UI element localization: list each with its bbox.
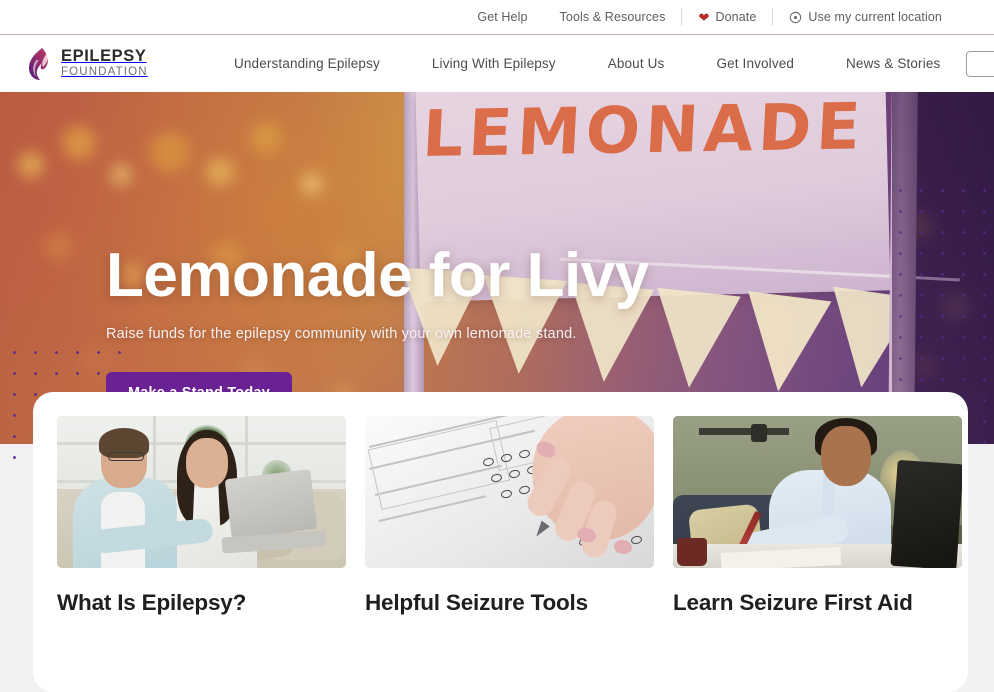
flame-icon [26, 47, 52, 81]
brand-subtitle: FOUNDATION [61, 65, 148, 78]
card-thumbnail [57, 416, 346, 568]
feature-cards-list: What Is Epilepsy? Helpful Seizure Tools … [57, 416, 962, 616]
hero-title: Lemonade for Livy [106, 241, 649, 310]
heart-icon: ❤ [698, 9, 710, 25]
bunting-flag [647, 287, 741, 393]
feature-cards-panel: What Is Epilepsy? Helpful Seizure Tools … [33, 392, 968, 692]
nav-item-get-involved[interactable]: Get Involved [690, 56, 820, 71]
search-container [966, 50, 994, 77]
feature-card-what-is-epilepsy[interactable]: What Is Epilepsy? [57, 416, 346, 616]
utility-link-label: Use my current location [808, 9, 942, 24]
search-input[interactable] [975, 56, 994, 71]
utility-link-label: Donate [715, 9, 757, 24]
feature-card-learn-seizure-first-aid[interactable]: Learn Seizure First Aid [673, 416, 962, 616]
card-thumbnail [673, 416, 962, 568]
hero-content: Lemonade for Livy Raise funds for the ep… [106, 241, 649, 415]
utility-bar: Get Help Tools & Resources ❤ Donate Use … [0, 0, 994, 35]
utility-link-get-help[interactable]: Get Help [461, 11, 543, 24]
main-header: EPILEPSY FOUNDATION Understanding Epilep… [0, 35, 994, 92]
utility-link-donate[interactable]: ❤ Donate [682, 11, 772, 24]
location-pin-icon [789, 11, 802, 24]
card-title: What Is Epilepsy? [57, 590, 247, 615]
card-title: Learn Seizure First Aid [673, 590, 913, 615]
feature-card-helpful-seizure-tools[interactable]: Helpful Seizure Tools [365, 416, 654, 616]
nav-item-news-stories[interactable]: News & Stories [820, 56, 966, 71]
hero-subtitle: Raise funds for the epilepsy community w… [106, 326, 577, 343]
nav-item-living-with-epilepsy[interactable]: Living With Epilepsy [406, 56, 582, 71]
bunting-flag [736, 291, 832, 397]
utility-link-label: Get Help [477, 9, 528, 24]
search-box[interactable] [966, 50, 994, 77]
card-thumbnail [365, 416, 654, 568]
utility-link-tools-resources[interactable]: Tools & Resources [544, 11, 682, 24]
lemonade-sign-text: LEMONADE [420, 92, 867, 173]
nav-item-understanding-epilepsy[interactable]: Understanding Epilepsy [208, 56, 406, 71]
card-title: Helpful Seizure Tools [365, 590, 588, 615]
utility-link-use-my-current-location[interactable]: Use my current location [773, 11, 958, 24]
brand-name: EPILEPSY [61, 47, 147, 66]
utility-link-label: Tools & Resources [559, 9, 666, 24]
primary-navigation: Understanding Epilepsy Living With Epile… [196, 56, 966, 71]
nav-item-about-us[interactable]: About Us [582, 56, 691, 71]
brand-logo[interactable]: EPILEPSY FOUNDATION [26, 47, 196, 81]
